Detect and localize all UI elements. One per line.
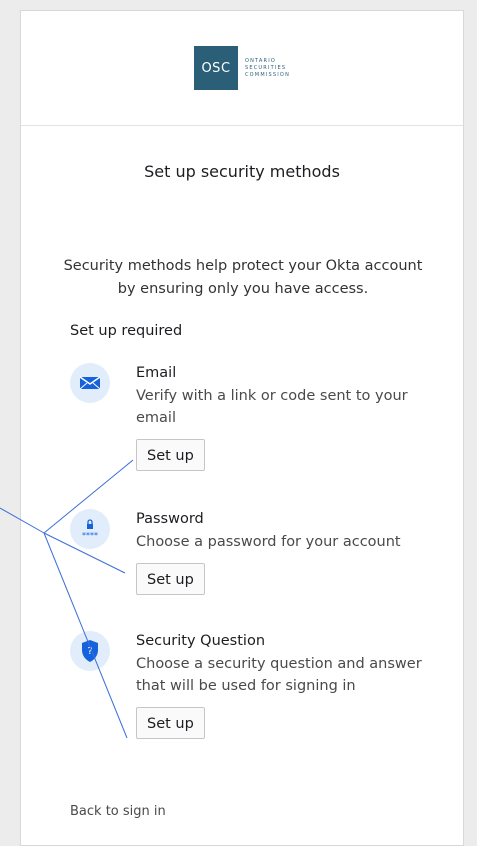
logo-line-1: ONTARIO [244, 57, 277, 64]
email-setup-button[interactable]: Set up [136, 439, 205, 471]
method-password-body: Password Choose a password for your acco… [136, 509, 426, 595]
method-name: Security Question [136, 633, 266, 649]
card-header: OSC ONTARIO SECURITIES COMMISSION [21, 11, 463, 126]
security-question-setup-button[interactable]: Set up [136, 707, 205, 739]
back-to-sign-in-link[interactable]: Back to sign in [70, 804, 166, 819]
logo-mark: OSC [193, 46, 238, 90]
svg-text:****: **** [82, 531, 98, 540]
method-security-question-body: Security Question Choose a security ques… [136, 631, 426, 739]
page-title: Set up security methods [144, 162, 340, 181]
method-name: Email [136, 365, 177, 381]
method-name: Password [136, 511, 204, 527]
email-icon [70, 363, 110, 403]
logo-wordmark: ONTARIO SECURITIES COMMISSION [245, 58, 290, 79]
auth-card: OSC ONTARIO SECURITIES COMMISSION Set up… [20, 10, 464, 846]
section-subtitle: Set up required [70, 323, 183, 339]
method-description: Verify with a link or code sent to your … [136, 388, 408, 426]
method-description: Choose a security question and answer th… [136, 656, 422, 694]
method-description: Choose a password for your account [136, 534, 401, 550]
logo-line-2: SECURITIES [244, 64, 287, 71]
method-email-body: Email Verify with a link or code sent to… [136, 363, 426, 471]
password-setup-button[interactable]: Set up [136, 563, 205, 595]
svg-text:?: ? [87, 646, 92, 657]
osc-logo: OSC ONTARIO SECURITIES COMMISSION [193, 46, 290, 90]
page: OSC ONTARIO SECURITIES COMMISSION Set up… [0, 0, 477, 846]
page-description: Security methods help protect your Okta … [63, 258, 423, 297]
password-icon: **** [70, 509, 110, 549]
security-question-icon: ? [70, 631, 110, 671]
logo-line-3: COMMISSION [244, 71, 291, 78]
